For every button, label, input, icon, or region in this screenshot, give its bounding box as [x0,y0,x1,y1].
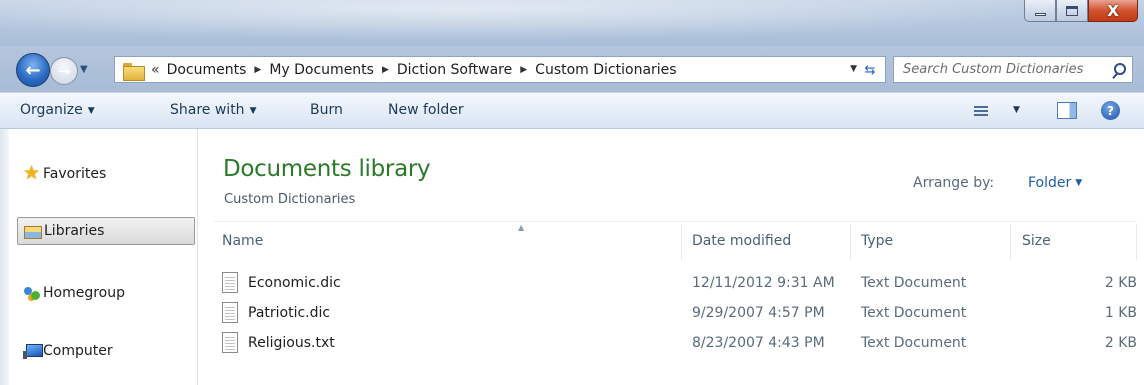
column-header-size[interactable]: Size [1022,233,1051,249]
nav-pane-edge [0,129,9,385]
sort-ascending-icon: ▲ [518,223,525,232]
help-icon[interactable]: ? [1101,101,1120,120]
chevron-down-icon: ▼ [87,106,95,116]
nav-item-computer[interactable]: Computer [17,337,195,365]
nav-item-favorites[interactable]: ★ Favorites [17,160,195,188]
column-header-row: ▲ Name Date modified Type Size [214,221,1137,262]
file-type: Text Document [861,275,967,291]
file-type: Text Document [861,335,967,351]
close-icon: X [1107,1,1119,20]
search-box [893,56,1133,83]
folder-icon [123,61,145,81]
minimize-button[interactable] [1024,0,1056,22]
text-file-icon [222,272,238,293]
breadcrumb-my-documents[interactable]: My Documents [269,62,374,78]
view-options-icon[interactable] [974,104,990,118]
nav-label-favorites: Favorites [43,166,107,182]
file-name: Economic.dic [248,275,341,291]
breadcrumb-separator-icon[interactable]: ▶ [520,65,527,75]
back-arrow-icon: ← [25,59,41,81]
command-bar: Organize ▼ Share with ▼ Burn New folder ▼ … [0,92,1144,129]
breadcrumb-overflow[interactable]: « [151,62,160,78]
organize-button[interactable]: Organize ▼ [20,102,95,118]
file-row[interactable]: Patriotic.dic 9/29/2007 4:57 PM Text Doc… [214,300,1137,330]
share-with-button[interactable]: Share with ▼ [170,102,256,118]
refresh-icon[interactable]: ⇆ [859,60,881,80]
new-folder-button[interactable]: New folder [388,102,464,118]
file-date-modified: 12/11/2012 9:31 AM [692,275,835,291]
nav-label-computer: Computer [43,343,113,359]
maximize-icon [1066,5,1078,16]
file-name: Patriotic.dic [248,305,331,321]
file-row[interactable]: Economic.dic 12/11/2012 9:31 AM Text Doc… [214,270,1137,300]
arrange-by-label: Arrange by: [913,175,995,191]
breadcrumb-separator-icon[interactable]: ▶ [382,65,389,75]
text-file-icon [222,302,238,323]
close-button[interactable]: X [1088,0,1138,22]
explorer-window: X ← → ▼ « Documents ▶ My Documents ▶ Dic… [0,0,1144,385]
column-divider[interactable] [850,224,851,260]
library-title: Documents library [223,156,431,182]
caption-buttons: X [1024,0,1138,22]
library-subtitle: Custom Dictionaries [224,192,356,207]
column-divider[interactable] [1136,224,1137,260]
address-dropdown-icon[interactable]: ▼ [850,64,857,74]
navigation-pane: ★ Favorites Libraries Homegroup Computer [0,129,198,385]
minimize-icon [1034,13,1046,16]
search-input[interactable] [894,62,1108,77]
file-size: 2 KB [1104,335,1137,351]
breadcrumb: « Documents ▶ My Documents ▶ Diction Sof… [151,62,677,78]
burn-button[interactable]: Burn [310,102,343,118]
column-header-type[interactable]: Type [861,233,893,249]
file-type: Text Document [861,305,967,321]
search-icon[interactable] [1108,59,1132,81]
share-with-label: Share with [170,102,245,118]
maximize-button[interactable] [1056,0,1088,22]
file-size: 1 KB [1104,305,1137,321]
column-header-name[interactable]: Name [222,233,263,249]
breadcrumb-separator-icon[interactable]: ▶ [254,65,261,75]
content-pane: Documents library Custom Dictionaries Ar… [199,129,1144,385]
column-divider[interactable] [681,224,682,260]
breadcrumb-diction-software[interactable]: Diction Software [397,62,512,78]
nav-label-homegroup: Homegroup [43,285,126,301]
computer-icon [23,342,43,359]
chevron-down-icon: ▼ [249,106,257,116]
view-dropdown-icon[interactable]: ▼ [1013,105,1020,115]
organize-label: Organize [20,102,83,118]
address-row: ← → ▼ « Documents ▶ My Documents ▶ Dicti… [0,46,1144,92]
libraries-icon [24,226,42,239]
forward-arrow-icon: → [57,62,71,80]
file-date-modified: 8/23/2007 4:43 PM [692,335,825,351]
forward-button[interactable]: → [50,57,78,85]
nav-item-homegroup[interactable]: Homegroup [17,279,195,307]
column-divider[interactable] [1010,224,1011,260]
nav-label-libraries: Libraries [44,223,105,239]
file-date-modified: 9/29/2007 4:57 PM [692,305,825,321]
address-bar[interactable]: « Documents ▶ My Documents ▶ Diction Sof… [114,56,886,83]
file-name: Religious.txt [248,335,335,351]
nav-item-libraries[interactable]: Libraries [17,217,195,245]
breadcrumb-custom-dictionaries[interactable]: Custom Dictionaries [535,62,676,78]
homegroup-icon [23,284,41,301]
text-file-icon [222,332,238,353]
title-bar: X [0,0,1144,46]
back-button[interactable]: ← [16,53,50,87]
arrange-by-value: Folder [1028,175,1072,191]
file-size: 2 KB [1104,275,1137,291]
column-header-date-modified[interactable]: Date modified [692,233,791,249]
recent-pages-dropdown[interactable]: ▼ [80,64,88,75]
breadcrumb-documents[interactable]: Documents [167,62,247,78]
chevron-down-icon: ▼ [1075,178,1083,188]
file-row[interactable]: Religious.txt 8/23/2007 4:43 PM Text Doc… [214,330,1137,360]
star-icon: ★ [23,162,41,184]
arrange-by-dropdown[interactable]: Folder ▼ [1028,175,1082,191]
preview-pane-icon[interactable] [1057,102,1077,119]
